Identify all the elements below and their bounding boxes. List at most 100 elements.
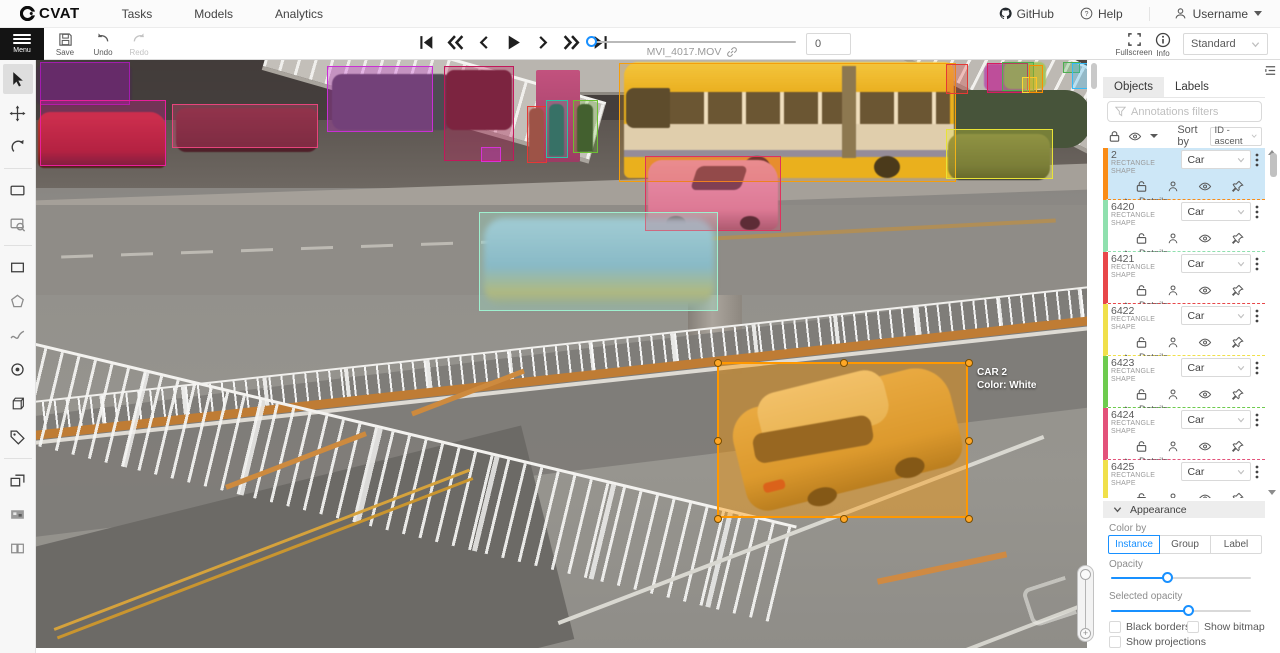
pin-icon[interactable]: [1229, 335, 1245, 349]
rotate-tool[interactable]: [3, 132, 33, 162]
nav-tasks[interactable]: Tasks: [122, 7, 153, 21]
frame-slider-handle[interactable]: [586, 36, 597, 47]
annotations-filter-input[interactable]: Annotations filters: [1107, 101, 1262, 122]
show-projections-checkbox[interactable]: Show projections: [1109, 636, 1206, 648]
canvas-zoom-plus-button[interactable]: +: [1080, 628, 1091, 639]
object-menu-button[interactable]: [1251, 358, 1263, 377]
pin-icon[interactable]: [1229, 283, 1245, 297]
expand-all-button[interactable]: [1147, 129, 1162, 143]
bbox-magenta-small[interactable]: [481, 147, 501, 162]
resize-handle[interactable]: [714, 359, 722, 367]
pin-icon[interactable]: [1229, 179, 1245, 193]
hide-icon[interactable]: [1197, 231, 1213, 245]
object-list-item[interactable]: 6421 RECTANGLE SHAPE Car Details: [1103, 252, 1265, 304]
object-menu-button[interactable]: [1251, 254, 1263, 273]
object-label-select[interactable]: Car: [1181, 306, 1251, 325]
bbox-person-red[interactable]: [527, 106, 547, 163]
next-frame-button[interactable]: [532, 31, 552, 53]
draw-points-tool[interactable]: [3, 354, 33, 384]
bbox-crimson-mid[interactable]: [444, 66, 514, 161]
bbox-cyan-tiny[interactable]: [1072, 63, 1087, 89]
previous-frame-button[interactable]: [474, 31, 494, 53]
frame-number-input[interactable]: [806, 33, 851, 55]
object-label-select[interactable]: Car: [1181, 150, 1251, 169]
split-tool[interactable]: [3, 533, 33, 563]
color-by-group[interactable]: Group: [1160, 535, 1211, 554]
draw-rectangle-tool[interactable]: [3, 252, 33, 282]
workspace-select[interactable]: Standard: [1183, 33, 1268, 55]
lock-icon[interactable]: [1133, 387, 1149, 401]
lock-icon[interactable]: [1133, 179, 1149, 193]
bbox-orange-tiny[interactable]: [1029, 65, 1043, 93]
hide-icon[interactable]: [1197, 491, 1213, 498]
occluded-icon[interactable]: [1165, 179, 1181, 193]
hide-icon[interactable]: [1197, 179, 1213, 193]
object-list-item[interactable]: 6424 RECTANGLE SHAPE Car Details: [1103, 408, 1265, 460]
object-label-select[interactable]: Car: [1181, 202, 1251, 221]
resize-handle[interactable]: [714, 437, 722, 445]
lock-icon[interactable]: [1133, 283, 1149, 297]
resize-handle[interactable]: [840, 359, 848, 367]
lock-all-button[interactable]: [1107, 129, 1122, 143]
lock-icon[interactable]: [1133, 335, 1149, 349]
hide-all-button[interactable]: [1128, 129, 1143, 143]
fit-image-tool[interactable]: [3, 175, 33, 205]
select-region-tool[interactable]: [3, 209, 33, 239]
user-menu[interactable]: Username: [1149, 7, 1262, 21]
nav-analytics[interactable]: Analytics: [275, 7, 323, 21]
bbox-yellow-car[interactable]: [946, 129, 1053, 179]
pin-icon[interactable]: [1229, 231, 1245, 245]
object-menu-button[interactable]: [1251, 462, 1263, 481]
pin-icon[interactable]: [1229, 387, 1245, 401]
bbox-red-car[interactable]: [40, 100, 166, 166]
nav-models[interactable]: Models: [194, 7, 233, 21]
list-scrollbar-thumb[interactable]: [1270, 153, 1277, 177]
occluded-icon[interactable]: [1165, 491, 1181, 498]
canvas-zoom-slider[interactable]: +: [1077, 565, 1094, 642]
object-menu-button[interactable]: [1251, 410, 1263, 429]
help-link[interactable]: ? Help: [1080, 7, 1123, 21]
object-menu-button[interactable]: [1251, 306, 1263, 325]
github-link[interactable]: GitHub: [999, 7, 1054, 21]
group-tool[interactable]: [3, 499, 33, 529]
draw-cuboid-tool[interactable]: [3, 388, 33, 418]
merge-tool[interactable]: [3, 465, 33, 495]
setup-tag-tool[interactable]: [3, 422, 33, 452]
color-by-instance[interactable]: Instance: [1108, 535, 1160, 554]
occluded-icon[interactable]: [1165, 439, 1181, 453]
occluded-icon[interactable]: [1165, 231, 1181, 245]
selected-opacity-slider-handle[interactable]: [1183, 605, 1194, 616]
save-button[interactable]: Save: [50, 30, 80, 59]
occluded-icon[interactable]: [1165, 335, 1181, 349]
backward-button[interactable]: [445, 31, 465, 53]
draw-polyline-tool[interactable]: [3, 320, 33, 350]
lock-icon[interactable]: [1133, 231, 1149, 245]
resize-handle[interactable]: [714, 515, 722, 523]
annotation-canvas[interactable]: CAR 2 Color: White: [36, 60, 1087, 648]
cvat-logo[interactable]: CVAT: [20, 5, 80, 22]
sidebar-collapse-button[interactable]: [1264, 64, 1277, 80]
lock-icon[interactable]: [1133, 439, 1149, 453]
frame-slider[interactable]: [588, 40, 796, 44]
bbox-blue-car[interactable]: [479, 212, 718, 311]
resize-handle[interactable]: [840, 515, 848, 523]
hide-icon[interactable]: [1197, 283, 1213, 297]
move-tool[interactable]: [3, 98, 33, 128]
object-list-item[interactable]: 6422 RECTANGLE SHAPE Car Details: [1103, 304, 1265, 356]
hide-icon[interactable]: [1197, 439, 1213, 453]
occluded-icon[interactable]: [1165, 387, 1181, 401]
object-menu-button[interactable]: [1251, 150, 1263, 169]
list-scroll-down-button[interactable]: [1268, 490, 1276, 495]
forward-button[interactable]: [561, 31, 581, 53]
color-by-label-option[interactable]: Label: [1211, 535, 1262, 554]
bbox-dark-sedan[interactable]: [172, 104, 318, 148]
info-button[interactable]: Info: [1148, 30, 1178, 59]
object-list-item[interactable]: 6423 RECTANGLE SHAPE Car Details: [1103, 356, 1265, 408]
lock-icon[interactable]: [1133, 491, 1149, 498]
opacity-slider-handle[interactable]: [1162, 572, 1173, 583]
object-label-select[interactable]: Car: [1181, 462, 1251, 481]
resize-handle[interactable]: [965, 515, 973, 523]
show-bitmap-checkbox[interactable]: Show bitmap: [1187, 621, 1265, 633]
bbox-person-green[interactable]: [573, 100, 598, 153]
resize-handle[interactable]: [965, 359, 973, 367]
